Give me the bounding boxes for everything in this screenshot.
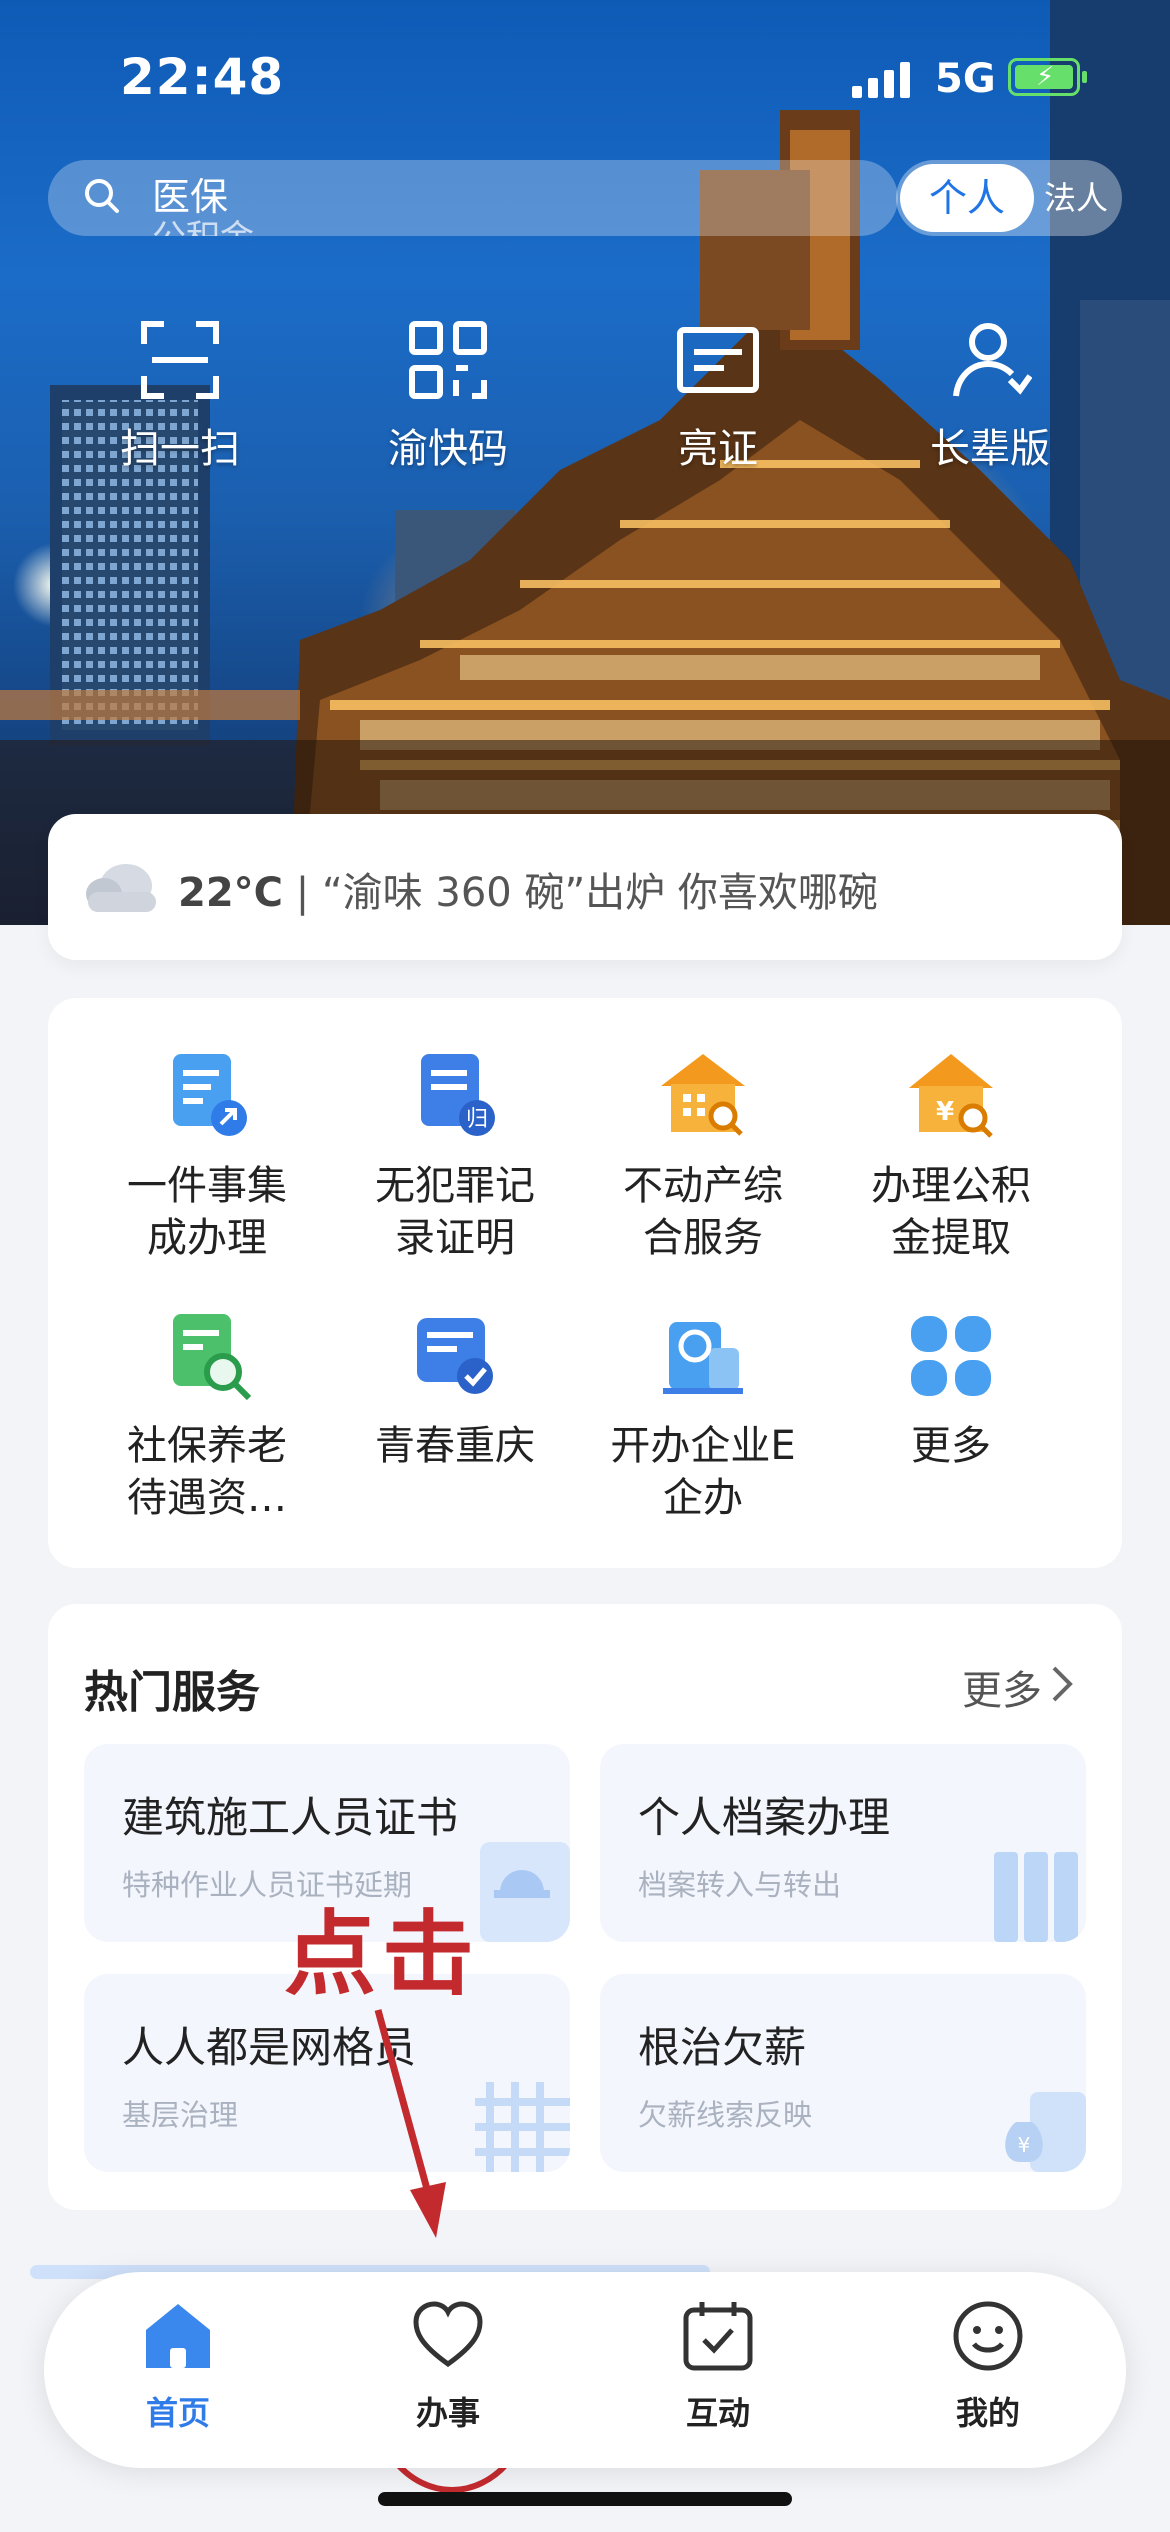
home-icon	[146, 2304, 210, 2368]
card-title: 建筑施工人员证书	[122, 1793, 459, 1842]
signal-icon	[852, 62, 916, 98]
more-link[interactable]: 更多	[962, 1658, 1042, 1716]
card-subtitle: 档案转入与转出	[638, 1868, 842, 1902]
scan-icon	[141, 321, 219, 399]
search-icon	[85, 179, 119, 213]
card-subtitle: 基层治理	[122, 2098, 239, 2132]
card-title: 个人档案办理	[638, 1793, 891, 1842]
service-label: 不动产综	[623, 1163, 783, 1209]
hot-service-card[interactable]: 个人档案办理 档案转入与转出	[600, 1744, 1086, 1942]
service-label: 录证明	[395, 1215, 515, 1261]
chevron-right-icon[interactable]	[1048, 1664, 1078, 1704]
pension-search-icon	[173, 1314, 252, 1401]
quick-action-label: 扫一扫	[120, 426, 240, 472]
quick-action-label: 亮证	[678, 426, 758, 472]
qr-code-icon	[409, 321, 487, 399]
more-grid-icon	[911, 1316, 991, 1396]
service-item-enterprise[interactable]: 开办企业E 企办	[578, 1308, 828, 1524]
svg-text:¥: ¥	[936, 1097, 954, 1127]
quick-action-show-id[interactable]: 亮证	[618, 318, 818, 474]
service-label: 金提取	[891, 1215, 1011, 1261]
tab-home[interactable]: 首页	[78, 2298, 278, 2434]
weather-text: 22°C | “渝味 360 碗”出炉 你喜欢哪碗	[178, 860, 878, 918]
checklist-rocket-icon	[173, 1054, 247, 1136]
home-indicator[interactable]	[378, 2492, 792, 2506]
hot-services-section: 热门服务 更多 建筑施工人员证书 特种作业人员证书延期 个人档案办理 档案转入与…	[48, 1604, 1122, 2210]
search-bar[interactable]: 医保 公积金	[48, 160, 898, 236]
service-item-pension[interactable]: 社保养老待遇资…	[82, 1308, 332, 1524]
card-title: 根治欠薪	[638, 2023, 807, 2072]
service-label: 企办	[663, 1475, 743, 1521]
enterprise-icon	[663, 1322, 743, 1394]
service-label: 开办企业E	[610, 1423, 796, 1469]
status-bar: 22:48 5G ⚡	[0, 40, 1170, 120]
tab-interaction[interactable]: 互动	[618, 2298, 818, 2434]
service-item-more[interactable]: 更多	[826, 1308, 1076, 1472]
service-item-real-estate[interactable]: 不动产综 合服务	[578, 1048, 828, 1264]
service-label: 一件事集	[127, 1163, 287, 1209]
heart-icon	[413, 2301, 483, 2368]
status-time: 22:48	[120, 48, 285, 106]
hero-banner: 22:48 5G ⚡ 医保 公积金 个人 法人 扫一扫 渝快码	[0, 0, 1170, 925]
quick-action-label: 渝快码	[388, 426, 508, 472]
grid-icon	[475, 2082, 570, 2172]
youth-badge-icon	[417, 1318, 493, 1394]
service-label: 青春重庆	[375, 1423, 535, 1469]
news-headline: “渝味 360 碗”出炉 你喜欢哪碗	[321, 870, 878, 916]
elder-mode-icon	[953, 323, 1033, 397]
service-item-one-thing[interactable]: 一件事集 成办理	[82, 1048, 332, 1264]
tab-label: 首页	[145, 2394, 210, 2432]
card-title: 人人都是网格员	[122, 2023, 417, 2072]
calendar-check-icon	[683, 2302, 753, 2371]
weather-news-bar[interactable]: 22°C | “渝味 360 碗”出炉 你喜欢哪碗	[48, 814, 1122, 960]
battery-icon: ⚡	[1008, 58, 1087, 96]
service-label: 合服务	[643, 1215, 763, 1261]
network-type: 5G	[935, 56, 996, 102]
quick-action-label: 长辈版	[930, 426, 1050, 472]
bottom-tab-bar: 首页 办事 互动 我的	[44, 2272, 1126, 2468]
quick-action-elder-mode[interactable]: 长辈版	[890, 318, 1090, 474]
tab-label: 办事	[415, 2394, 480, 2432]
card-subtitle: 欠薪线索反映	[638, 2098, 813, 2132]
house-search-icon	[661, 1054, 745, 1136]
service-label: 无犯罪记	[375, 1163, 535, 1209]
service-grid: 一件事集成办理 归 无犯罪记录证明 不动产综合服务 ¥ 办理公积金提取	[48, 998, 1122, 1568]
id-card-icon	[677, 327, 759, 393]
service-label: 成办理	[147, 1215, 267, 1261]
temperature: 22°C	[178, 870, 284, 916]
money-bag-icon: ¥	[1005, 2092, 1086, 2172]
house-fund-icon: ¥	[909, 1054, 993, 1138]
tab-label: 我的	[955, 2394, 1020, 2432]
service-item-no-criminal-record[interactable]: 归 无犯罪记录证明	[330, 1048, 580, 1264]
archive-icon	[994, 1852, 1078, 1942]
toggle-personal[interactable]: 个人	[900, 164, 1034, 232]
search-hint-secondary: 公积金	[152, 210, 254, 236]
tab-label: 互动	[685, 2394, 750, 2432]
separator: |	[295, 870, 310, 916]
service-label: 办理公积	[871, 1163, 1031, 1209]
tab-services[interactable]: 办事	[348, 2298, 548, 2434]
document-stamp-icon: 归	[421, 1054, 495, 1136]
smiley-icon	[953, 2301, 1023, 2371]
svg-text:¥: ¥	[1018, 2133, 1031, 2157]
service-label: 待遇资…	[127, 1475, 287, 1521]
service-item-youth-chongqing[interactable]: 青春重庆	[330, 1308, 580, 1472]
section-title: 热门服务	[84, 1667, 260, 1718]
svg-text:归: 归	[466, 1107, 488, 1132]
service-item-housing-fund[interactable]: ¥ 办理公积金提取	[826, 1048, 1076, 1264]
quick-action-scan[interactable]: 扫一扫	[80, 318, 280, 474]
tab-mine[interactable]: 我的	[888, 2298, 1088, 2434]
quick-action-qr-code[interactable]: 渝快码	[348, 318, 548, 474]
service-label: 更多	[911, 1423, 991, 1469]
toggle-legal-entity[interactable]: 法人	[1044, 160, 1118, 236]
hot-service-card[interactable]: 根治欠薪 欠薪线索反映 ¥	[600, 1974, 1086, 2172]
annotation-click-label: 点击	[284, 1901, 481, 2008]
worker-helmet-icon	[480, 1842, 570, 1942]
service-label: 社保养老	[127, 1423, 287, 1469]
cloud-icon	[86, 864, 156, 912]
identity-toggle[interactable]: 个人 法人	[896, 160, 1122, 236]
